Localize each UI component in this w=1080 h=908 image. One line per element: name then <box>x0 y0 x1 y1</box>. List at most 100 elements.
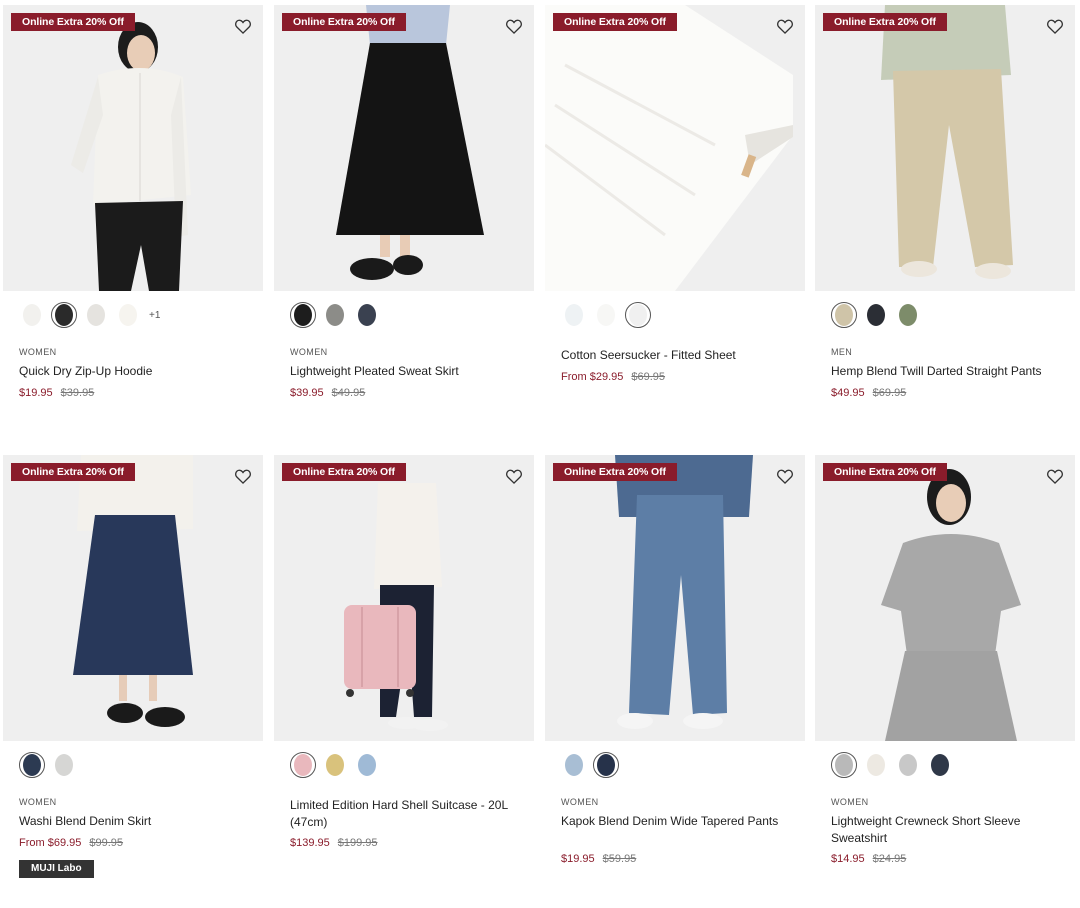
sale-price: $139.95 <box>290 837 330 849</box>
price: $49.95 $69.95 <box>831 387 906 399</box>
product-name[interactable]: Washi Blend Denim Skirt <box>19 813 249 830</box>
promo-badge: Online Extra 20% Off <box>553 13 677 31</box>
sale-price: $19.95 <box>561 853 595 865</box>
product-card[interactable]: Online Extra 20% Off MEN Hemp Blend Twil… <box>815 5 1075 399</box>
fitted-sheet-photo <box>545 5 805 291</box>
price: $14.95 $24.95 <box>831 853 906 865</box>
product-category: WOMEN <box>290 347 328 357</box>
pants-photo <box>815 5 1075 291</box>
sale-price: $19.95 <box>19 387 53 399</box>
color-swatch[interactable] <box>561 752 587 778</box>
product-card[interactable]: Online Extra 20% Off WOMEN Kapok Blend D… <box>545 455 805 865</box>
sale-price: $49.95 <box>831 387 865 399</box>
color-swatch[interactable] <box>19 302 45 328</box>
color-swatch-selected[interactable] <box>593 752 619 778</box>
heart-icon[interactable] <box>1045 16 1065 36</box>
sale-price: From $69.95 <box>19 837 82 849</box>
product-name[interactable]: Hemp Blend Twill Darted Straight Pants <box>831 363 1061 380</box>
color-swatch[interactable] <box>927 752 953 778</box>
color-swatch-selected[interactable] <box>290 302 316 328</box>
product-image[interactable]: Online Extra 20% Off <box>3 5 263 291</box>
product-grid: Online Extra 20% Off +1 WOMEN Quick Dry … <box>0 0 1080 908</box>
product-category: MEN <box>831 347 853 357</box>
color-swatch[interactable] <box>863 302 889 328</box>
product-image[interactable]: Online Extra 20% Off <box>815 455 1075 741</box>
product-name[interactable]: Lightweight Pleated Sweat Skirt <box>290 363 520 380</box>
color-swatch[interactable] <box>322 302 348 328</box>
original-price: $199.95 <box>337 837 378 849</box>
product-category: WOMEN <box>19 797 57 807</box>
color-swatch[interactable] <box>354 302 380 328</box>
color-swatches: +1 <box>19 301 160 329</box>
product-name[interactable]: Lightweight Crewneck Short Sleeve Sweats… <box>831 813 1061 847</box>
promo-badge: Online Extra 20% Off <box>282 463 406 481</box>
color-swatch[interactable] <box>354 752 380 778</box>
color-swatch[interactable] <box>322 752 348 778</box>
original-price: $69.95 <box>631 371 666 383</box>
color-swatch-selected[interactable] <box>19 752 45 778</box>
product-card[interactable]: Online Extra 20% Off Limited Edition Har… <box>274 455 534 849</box>
color-swatch-selected[interactable] <box>625 302 651 328</box>
color-swatch[interactable] <box>115 302 141 328</box>
color-swatch[interactable] <box>561 302 587 328</box>
heart-icon[interactable] <box>504 16 524 36</box>
promo-badge: Online Extra 20% Off <box>11 13 135 31</box>
color-swatch[interactable] <box>895 752 921 778</box>
price: From $29.95 $69.95 <box>561 371 665 383</box>
product-image[interactable]: Online Extra 20% Off <box>274 5 534 291</box>
price: $39.95 $49.95 <box>290 387 365 399</box>
color-swatches <box>561 751 619 779</box>
color-swatch-selected[interactable] <box>51 302 77 328</box>
product-card[interactable]: Online Extra 20% Off +1 WOMEN Quick Dry … <box>3 5 263 399</box>
product-image[interactable]: Online Extra 20% Off <box>545 455 805 741</box>
sweatshirt-photo <box>815 455 1075 741</box>
sale-price: From $29.95 <box>561 371 624 383</box>
product-name[interactable]: Limited Edition Hard Shell Suitcase - 20… <box>290 797 520 831</box>
product-name[interactable]: Cotton Seersucker - Fitted Sheet <box>561 347 791 364</box>
product-name[interactable]: Kapok Blend Denim Wide Tapered Pants <box>561 813 791 830</box>
product-name[interactable]: Quick Dry Zip-Up Hoodie <box>19 363 249 380</box>
product-card[interactable]: Online Extra 20% Off WOMEN Washi Blend D… <box>3 455 263 878</box>
color-swatch[interactable] <box>895 302 921 328</box>
color-swatch[interactable] <box>83 302 109 328</box>
muji-labo-tag: MUJI Labo <box>19 860 94 878</box>
price: $139.95 $199.95 <box>290 837 378 849</box>
promo-badge: Online Extra 20% Off <box>282 13 406 31</box>
product-card[interactable]: Online Extra 20% Off WOMEN Lightweight C… <box>815 455 1075 865</box>
original-price: $99.95 <box>89 837 124 849</box>
product-image[interactable]: Online Extra 20% Off <box>3 455 263 741</box>
heart-icon[interactable] <box>233 466 253 486</box>
color-swatch-selected[interactable] <box>290 752 316 778</box>
price: From $69.95 $99.95 <box>19 837 123 849</box>
original-price: $49.95 <box>331 387 366 399</box>
denim-skirt-photo <box>3 455 263 741</box>
heart-icon[interactable] <box>504 466 524 486</box>
product-image[interactable]: Online Extra 20% Off <box>274 455 534 741</box>
original-price: $59.95 <box>602 853 637 865</box>
original-price: $24.95 <box>872 853 907 865</box>
product-category: WOMEN <box>19 347 57 357</box>
product-card[interactable]: Online Extra 20% Off Cotton Seersucker -… <box>545 5 805 383</box>
promo-badge: Online Extra 20% Off <box>11 463 135 481</box>
heart-icon[interactable] <box>1045 466 1065 486</box>
heart-icon[interactable] <box>775 16 795 36</box>
product-card[interactable]: Online Extra 20% Off WOMEN Lightweight P… <box>274 5 534 399</box>
product-image[interactable]: Online Extra 20% Off <box>815 5 1075 291</box>
color-swatch-selected[interactable] <box>831 302 857 328</box>
skirt-photo <box>274 5 534 291</box>
color-swatch-selected[interactable] <box>831 752 857 778</box>
color-swatch[interactable] <box>863 752 889 778</box>
color-swatch[interactable] <box>593 302 619 328</box>
color-swatches <box>290 751 380 779</box>
more-colors-count[interactable]: +1 <box>149 310 160 321</box>
sale-price: $14.95 <box>831 853 865 865</box>
heart-icon[interactable] <box>233 16 253 36</box>
product-image[interactable]: Online Extra 20% Off <box>545 5 805 291</box>
color-swatches <box>19 751 77 779</box>
hoodie-photo <box>3 5 263 291</box>
suitcase-photo <box>274 455 534 741</box>
color-swatch[interactable] <box>51 752 77 778</box>
promo-badge: Online Extra 20% Off <box>823 13 947 31</box>
promo-badge: Online Extra 20% Off <box>823 463 947 481</box>
heart-icon[interactable] <box>775 466 795 486</box>
